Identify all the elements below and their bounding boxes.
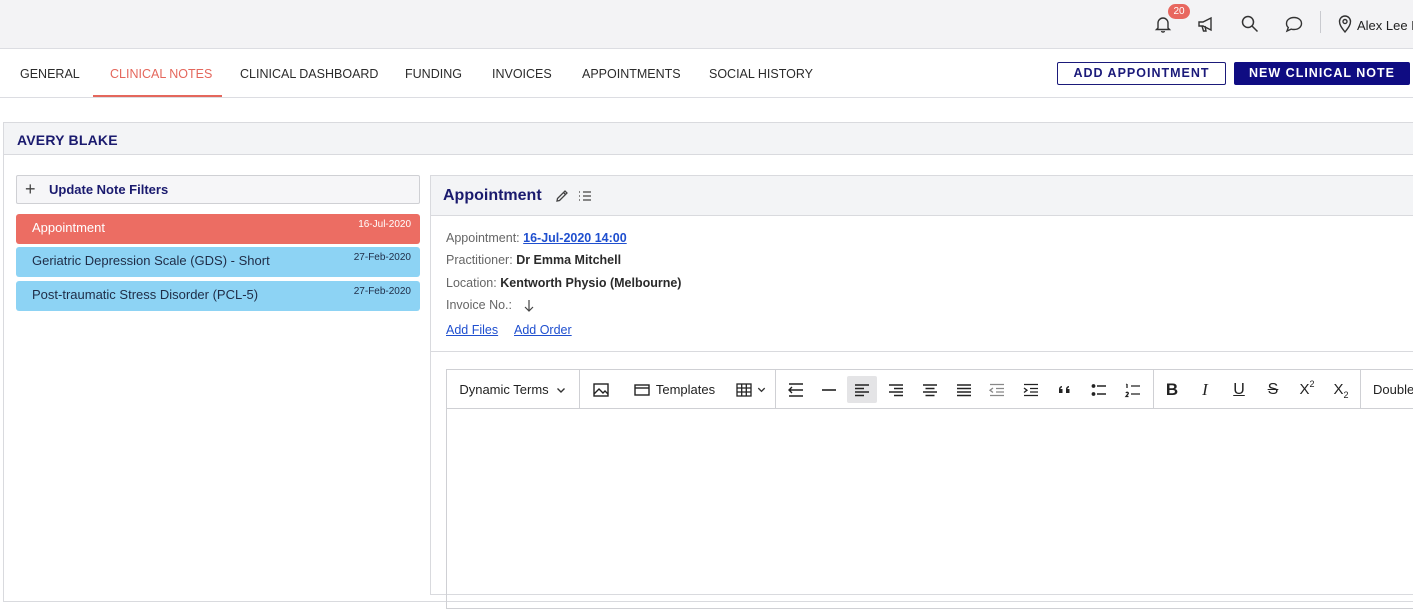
notification-badge: 20 xyxy=(1168,4,1190,19)
note-list-item[interactable]: Geriatric Depression Scale (GDS) - Short… xyxy=(16,247,420,277)
bullet-list-icon[interactable] xyxy=(1086,376,1112,403)
location-label: Location: xyxy=(446,276,497,290)
indent-icon[interactable] xyxy=(1018,376,1044,403)
appointment-link[interactable]: 16-Jul-2020 14:00 xyxy=(523,231,627,245)
tab-clinical-dashboard[interactable]: CLINICAL DASHBOARD xyxy=(240,49,378,98)
note-detail-header: Appointment xyxy=(431,176,1413,216)
pencil-icon[interactable] xyxy=(554,188,570,204)
tab-clinical-notes[interactable]: CLINICAL NOTES xyxy=(110,49,212,98)
dynamic-terms-dropdown[interactable]: Dynamic Terms xyxy=(453,376,573,403)
topbar-divider xyxy=(1320,11,1321,33)
practitioner-label: Practitioner: xyxy=(446,253,513,267)
plus-icon: + xyxy=(25,179,36,199)
subscript-icon[interactable]: X2 xyxy=(1328,376,1354,403)
note-date: 27-Feb-2020 xyxy=(353,252,411,263)
invoice-label: Invoice No.: xyxy=(446,298,513,312)
note-date: 16-Jul-2020 xyxy=(358,219,411,230)
templates-label: Templates xyxy=(655,382,716,397)
add-appointment-button[interactable]: ADD APPOINTMENT xyxy=(1057,62,1226,85)
new-clinical-note-button[interactable]: NEW CLINICAL NOTE xyxy=(1234,62,1410,85)
detail-separator xyxy=(431,351,1413,352)
active-tab-indicator xyxy=(93,95,222,97)
align-right-icon[interactable] xyxy=(883,376,909,403)
tab-bar: GENERAL CLINICAL NOTES CLINICAL DASHBOAR… xyxy=(0,49,1413,98)
practitioner-value: Dr Emma Mitchell xyxy=(516,253,622,267)
dynamic-terms-label: Dynamic Terms xyxy=(459,382,549,397)
page-break-icon[interactable] xyxy=(783,376,809,403)
location-pin-icon xyxy=(1333,12,1357,36)
chevron-down-icon xyxy=(556,387,565,393)
tab-invoices[interactable]: INVOICES xyxy=(492,49,552,98)
strikethrough-icon[interactable]: S xyxy=(1260,376,1286,403)
blockquote-icon[interactable] xyxy=(1052,376,1078,403)
align-center-icon[interactable] xyxy=(917,376,943,403)
italic-icon[interactable]: I xyxy=(1192,376,1218,403)
underline-icon[interactable]: U xyxy=(1226,376,1252,403)
practitioner-row: Practitioner: Dr Emma Mitchell xyxy=(446,253,621,267)
location-value: Kentworth Physio (Melbourne) xyxy=(500,276,682,290)
chevron-down-icon xyxy=(757,387,766,393)
update-note-filters-button[interactable]: + Update Note Filters xyxy=(16,175,420,204)
tab-appointments[interactable]: APPOINTMENTS xyxy=(582,49,681,98)
add-files-link[interactable]: Add Files xyxy=(446,323,498,337)
note-date: 27-Feb-2020 xyxy=(353,286,411,297)
outdent-icon[interactable] xyxy=(984,376,1010,403)
top-bar: 20 Alex Lee H xyxy=(0,0,1413,49)
line-spacing-dropdown[interactable]: Double xyxy=(1373,376,1413,403)
note-list-item[interactable]: Appointment 16-Jul-2020 xyxy=(16,214,420,244)
invoice-row: Invoice No.: xyxy=(446,298,536,313)
table-dropdown[interactable] xyxy=(730,376,772,403)
template-icon xyxy=(634,383,650,396)
note-title: Appointment xyxy=(32,220,105,235)
align-left-icon[interactable] xyxy=(847,376,877,403)
location-row: Location: Kentworth Physio (Melbourne) xyxy=(446,276,681,290)
templates-button[interactable]: Templates xyxy=(629,376,719,403)
megaphone-icon[interactable] xyxy=(1194,12,1218,36)
note-list-item[interactable]: Post-traumatic Stress Disorder (PCL-5) 2… xyxy=(16,281,420,311)
tab-general[interactable]: GENERAL xyxy=(20,49,80,98)
arrow-down-icon[interactable] xyxy=(522,299,536,313)
list-icon[interactable] xyxy=(577,188,593,204)
note-detail-panel: Appointment Appointment: 16-Jul-2020 14:… xyxy=(430,175,1413,609)
bold-icon[interactable]: B xyxy=(1159,376,1185,403)
user-name[interactable]: Alex Lee H xyxy=(1357,18,1413,33)
filter-label: Update Note Filters xyxy=(49,182,169,197)
appointment-label: Appointment: xyxy=(446,231,520,245)
tab-funding[interactable]: FUNDING xyxy=(405,49,462,98)
patient-header: AVERY BLAKE xyxy=(4,123,1413,155)
line-spacing-label: Double xyxy=(1373,382,1413,397)
numbered-list-icon[interactable] xyxy=(1120,376,1146,403)
note-detail-title: Appointment xyxy=(443,187,542,204)
superscript-icon[interactable]: X2 xyxy=(1294,376,1320,403)
patient-name: AVERY BLAKE xyxy=(17,132,118,148)
align-justify-icon[interactable] xyxy=(951,376,977,403)
appointment-row: Appointment: 16-Jul-2020 14:00 xyxy=(446,231,627,245)
editor-toolbar: Dynamic Terms Templates B I U S X 2 X 2 … xyxy=(447,370,1413,409)
editor-content-area[interactable] xyxy=(447,410,1413,610)
chat-icon[interactable] xyxy=(1282,12,1306,36)
image-icon[interactable] xyxy=(588,376,614,403)
rich-text-editor: Dynamic Terms Templates B I U S X 2 X 2 … xyxy=(446,369,1413,609)
note-title: Geriatric Depression Scale (GDS) - Short xyxy=(32,253,270,268)
horizontal-line-icon[interactable] xyxy=(816,376,842,403)
note-title: Post-traumatic Stress Disorder (PCL-5) xyxy=(32,287,259,302)
search-icon[interactable] xyxy=(1238,12,1262,36)
tab-social-history[interactable]: SOCIAL HISTORY xyxy=(709,49,813,98)
add-order-link[interactable]: Add Order xyxy=(514,323,572,337)
table-icon xyxy=(736,382,752,397)
